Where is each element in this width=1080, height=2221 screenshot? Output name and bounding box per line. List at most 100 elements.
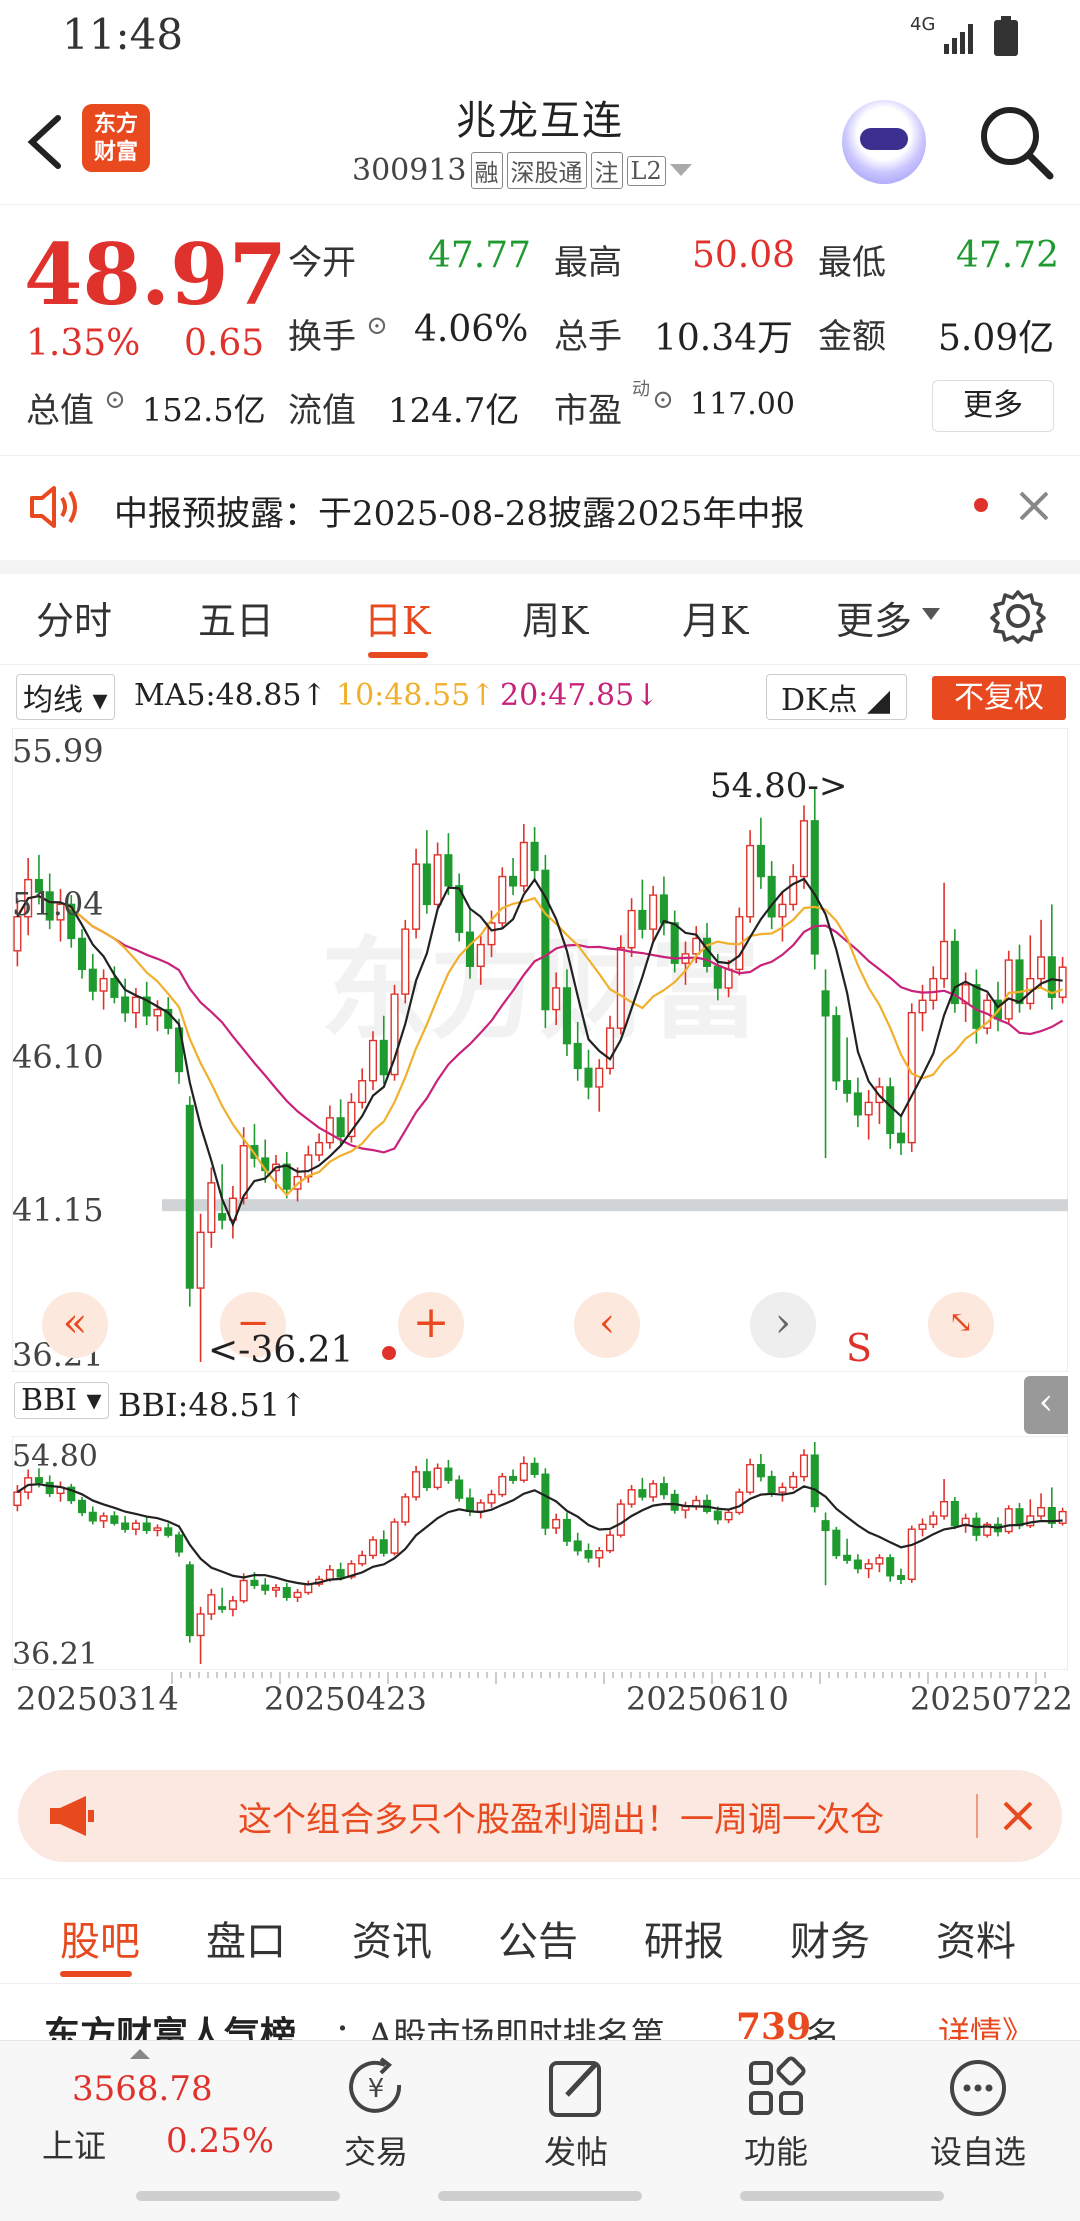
candle-body: [552, 1518, 561, 1529]
candle-body: [358, 1554, 367, 1565]
ma-selector[interactable]: 均线 ▾: [16, 674, 115, 720]
candle-body: [778, 903, 787, 918]
candle-body: [110, 1515, 119, 1524]
rewind-icon[interactable]: «: [42, 1292, 108, 1358]
gear-icon[interactable]: [990, 588, 1046, 644]
candle-body: [412, 863, 421, 930]
assistant-avatar[interactable]: [842, 100, 926, 184]
date-label: 20250722: [910, 1680, 1073, 1718]
date-label: 20250423: [264, 1680, 427, 1718]
more-dots-icon: [950, 2060, 1006, 2116]
nav-post[interactable]: 发帖: [506, 2055, 646, 2173]
zoom-in-icon[interactable]: +: [398, 1292, 464, 1358]
candle-body: [78, 1499, 87, 1514]
stock-code-line[interactable]: 300913 融 深股通 注 L2: [352, 152, 692, 189]
gesture-bar: [740, 2191, 944, 2201]
chart-period-tabs: 分时 五日 日K 周K 月K 更多: [0, 572, 1080, 665]
candle-body: [218, 1606, 227, 1610]
banner-text: 这个组合多只个股盈利调出！一周调一次仓: [238, 1800, 884, 1840]
tab-intraday[interactable]: 分时: [36, 590, 112, 645]
nav-add-watchlist[interactable]: 设自选: [908, 2055, 1048, 2173]
candle-body: [1004, 959, 1013, 1020]
candle-body: [832, 1015, 841, 1082]
tab-news[interactable]: 资讯: [352, 1909, 432, 1967]
candle-body: [110, 977, 119, 998]
info-icon[interactable]: ⊙: [366, 311, 388, 341]
date-axis-ticks: [171, 1672, 1046, 1684]
index-ticker[interactable]: 3568.78 上证 0.25%: [26, 2049, 274, 2169]
candle-body: [950, 1501, 959, 1527]
tab-orderbook[interactable]: 盘口: [206, 1909, 286, 1967]
candle-body: [864, 1563, 873, 1570]
details-link[interactable]: 详情》: [938, 2008, 1034, 2040]
close-icon[interactable]: [1018, 490, 1050, 522]
info-icon[interactable]: ⊙: [104, 385, 126, 415]
bbi-selector[interactable]: BBI ▾: [14, 1382, 109, 1419]
candle-body: [1058, 966, 1067, 998]
candle-body: [843, 1080, 852, 1094]
turnover-label: 换手: [288, 317, 356, 357]
nav-trade[interactable]: ¥ 交易: [306, 2055, 446, 2173]
tab-weekly-k[interactable]: 周K: [522, 590, 588, 645]
tab-five-day[interactable]: 五日: [198, 590, 274, 645]
close-icon[interactable]: [1002, 1800, 1034, 1832]
candle-body: [789, 875, 798, 906]
tab-finance[interactable]: 财务: [790, 1909, 870, 1967]
candle-body: [713, 1510, 722, 1521]
tag-note: 注: [590, 152, 623, 189]
chevron-left-icon[interactable]: ‹: [574, 1292, 640, 1358]
candle-body: [843, 1554, 852, 1561]
candle-body: [756, 1463, 765, 1478]
tab-forum[interactable]: 股吧: [60, 1909, 140, 1967]
candle-body: [207, 1182, 216, 1234]
candle-body: [271, 1586, 281, 1591]
candle-body: [401, 1496, 410, 1523]
candle-body: [476, 943, 485, 967]
yen-cycle-icon: ¥: [349, 2057, 402, 2113]
info-icon[interactable]: ⊙: [652, 385, 674, 415]
tab-more[interactable]: 更多: [836, 590, 912, 645]
nav-functions[interactable]: 功能: [706, 2055, 846, 2173]
candle-body: [584, 1549, 593, 1559]
y-tick-label: 36.21: [12, 1637, 98, 1670]
tab-monthly-k[interactable]: 月K: [682, 590, 748, 645]
more-button[interactable]: 更多: [932, 380, 1054, 432]
tab-research[interactable]: 研报: [644, 1909, 724, 1967]
candle-body: [185, 1564, 194, 1637]
tab-profile[interactable]: 资料: [936, 1909, 1016, 1967]
gesture-bar: [438, 2191, 642, 2201]
candle-body: [444, 854, 453, 887]
candle-body: [88, 968, 97, 992]
amount-value: 5.09亿: [938, 318, 1055, 359]
candle-body: [131, 996, 140, 1014]
stock-header: 东方 财富 兆龙互连 300913 融 深股通 注 L2: [0, 72, 1080, 205]
marker-dot: [382, 1346, 396, 1360]
candle-body: [99, 977, 108, 992]
candle-body: [929, 1515, 938, 1526]
candle-body: [778, 1486, 787, 1493]
popularity-teaser[interactable]: 东方财富人气榜 ：A股市场即时排名第 739 名 详情》: [0, 1984, 1080, 2040]
bbi-chart[interactable]: 54.80 36.21: [12, 1436, 1068, 1670]
promo-banner[interactable]: 这个组合多只个股盈利调出！一周调一次仓: [18, 1770, 1062, 1862]
candle-body: [616, 947, 625, 1029]
candle-body: [767, 1475, 776, 1493]
dk-point-selector[interactable]: DK点 ◢: [766, 674, 908, 720]
collapse-panel-icon[interactable]: ‹: [1024, 1376, 1068, 1434]
candle-body: [34, 1477, 43, 1484]
tab-daily-k[interactable]: 日K: [364, 590, 430, 645]
float-value: 124.7亿: [388, 391, 520, 431]
kline-chart[interactable]: 东方财富55.9951.0446.1041.1536.2154.80->: [12, 728, 1068, 1372]
notice-bar[interactable]: 中报预披露：于2025-08-28披露2025年中报: [0, 456, 1080, 574]
tab-announcements[interactable]: 公告: [498, 1909, 578, 1967]
search-icon[interactable]: [976, 102, 1056, 182]
candle-body: [940, 1501, 949, 1517]
price-adjust-button[interactable]: 不复权: [932, 676, 1066, 720]
ma-indicator-bar: 均线 ▾ MA5:48.85↑ 10:48.55↑ 20:47.85↓ DK点 …: [0, 668, 1080, 728]
y-tick-label: 46.10: [12, 1038, 104, 1076]
popularity-rank: 739: [736, 2006, 812, 2040]
nav-trade-label: 交易: [343, 2133, 408, 2171]
candle-body: [1037, 1506, 1046, 1517]
expand-icon[interactable]: ⤡: [928, 1292, 994, 1358]
chevron-right-icon[interactable]: ›: [750, 1292, 816, 1358]
candle-body: [756, 844, 765, 878]
